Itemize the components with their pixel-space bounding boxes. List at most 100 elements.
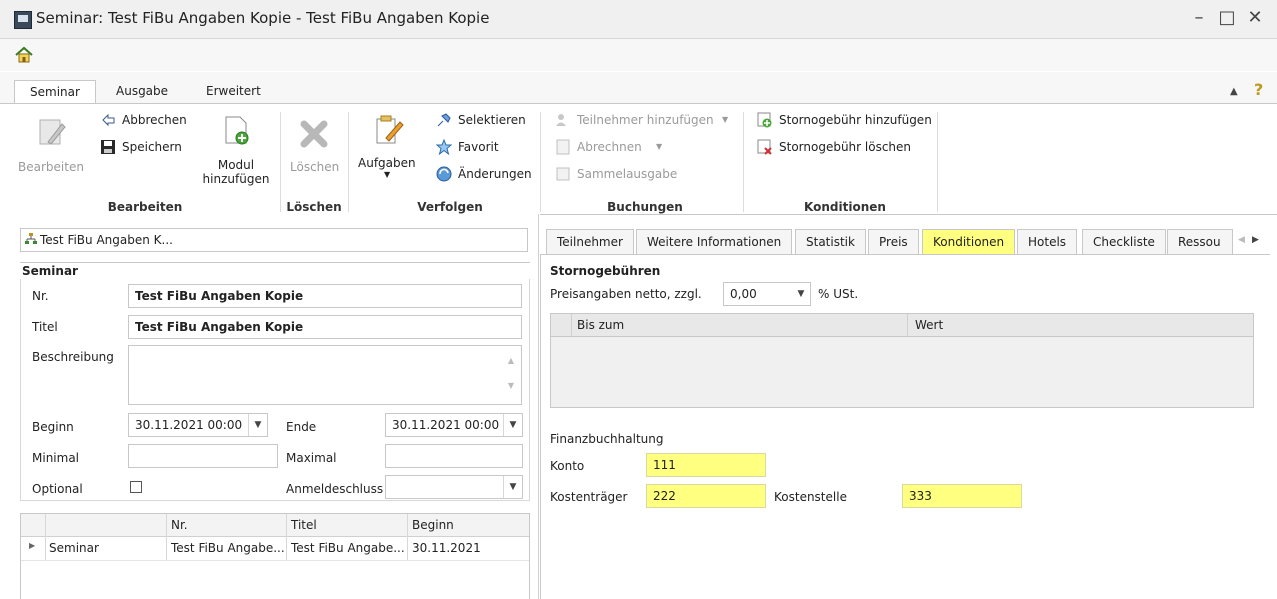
collective-output-button[interactable]: Sammelausgabe: [577, 167, 677, 181]
add-participant-dropdown-arrow[interactable]: ▼: [722, 115, 728, 124]
grid-cell-nr: Test FiBu Angabe...: [171, 541, 285, 555]
group-label-konditionen: Konditionen: [804, 200, 886, 214]
beginn-date-picker[interactable]: 30.11.2021 00:00 ▼: [128, 413, 268, 437]
grid-col-beginn[interactable]: Beginn: [412, 518, 454, 532]
help-button[interactable]: ?: [1254, 80, 1263, 99]
minimize-button[interactable]: –: [1186, 6, 1212, 30]
titel-input[interactable]: Test FiBu Angaben Kopie: [128, 315, 522, 339]
add-participant-button[interactable]: Teilnehmer hinzufügen: [577, 113, 714, 127]
tab-preis[interactable]: Preis: [868, 229, 919, 255]
grid-col-nr[interactable]: Nr.: [171, 518, 188, 532]
tab-checkliste[interactable]: Checkliste: [1082, 229, 1166, 255]
col-wert[interactable]: Wert: [915, 318, 943, 332]
maximal-input[interactable]: [385, 444, 523, 468]
select-pin-icon: [437, 113, 451, 127]
titel-label: Titel: [32, 320, 58, 334]
minimal-label: Minimal: [32, 451, 80, 465]
kostentraeger-label: Kostenträger: [550, 490, 628, 504]
group-label-loeschen: Löschen: [286, 200, 342, 214]
group-separator: [743, 112, 744, 212]
favorite-button[interactable]: Favorit: [458, 140, 499, 154]
tab-konditionen[interactable]: Konditionen: [922, 229, 1016, 255]
section-title-seminar: Seminar: [22, 264, 78, 278]
add-participant-icon: [556, 114, 566, 126]
bill-button[interactable]: Abrechnen: [577, 140, 642, 154]
textarea-scrollbar[interactable]: ▲ ▼: [503, 348, 519, 402]
grid-cell-type: Seminar: [49, 541, 99, 555]
maximize-button[interactable]: □: [1214, 6, 1240, 30]
tab-seminar[interactable]: Seminar: [14, 80, 96, 104]
home-icon[interactable]: [14, 45, 34, 65]
tab-teilnehmer[interactable]: Teilnehmer: [546, 229, 634, 255]
group-separator: [348, 112, 349, 212]
delete-button[interactable]: Löschen: [290, 160, 339, 174]
kostentraeger-input[interactable]: 222: [646, 484, 766, 508]
preis-label: Preisangaben netto, zzgl.: [550, 287, 702, 301]
chevron-down-icon[interactable]: ▼: [503, 414, 522, 436]
navigation-text: Test FiBu Angaben K...: [40, 233, 173, 247]
tab-weitere-informationen[interactable]: Weitere Informationen: [636, 229, 793, 255]
collective-output-icon: [556, 167, 570, 181]
ribbon-collapse-button[interactable]: ▲: [1230, 86, 1238, 97]
chevron-down-icon[interactable]: ▼: [503, 476, 522, 498]
close-button[interactable]: ✕: [1242, 6, 1268, 30]
bill-dropdown-arrow[interactable]: ▼: [656, 142, 662, 151]
splitter[interactable]: [538, 214, 539, 599]
nr-label: Nr.: [32, 289, 49, 303]
group-separator: [937, 112, 938, 212]
beschreibung-textarea[interactable]: ▲ ▼: [128, 345, 522, 405]
edit-button[interactable]: Bearbeiten: [18, 160, 84, 174]
ust-label: % USt.: [818, 287, 859, 301]
fibu-title: Finanzbuchhaltung: [550, 432, 664, 446]
optional-checkbox[interactable]: [130, 481, 142, 493]
konto-input[interactable]: 111: [646, 453, 766, 477]
tab-scroll-left-icon[interactable]: ◀: [1238, 235, 1245, 245]
select-button[interactable]: Selektieren: [458, 113, 526, 127]
changes-button[interactable]: Änderungen: [458, 167, 532, 181]
expand-chevron-icon[interactable]: ▶: [29, 541, 35, 550]
ende-date-picker[interactable]: 30.11.2021 00:00 ▼: [385, 413, 523, 437]
group-separator: [540, 112, 541, 212]
tasks-dropdown-arrow[interactable]: ▼: [384, 170, 390, 179]
tab-scroll-right-icon[interactable]: ▶: [1252, 235, 1259, 245]
tab-ausgabe[interactable]: Ausgabe: [106, 80, 178, 104]
anmeldeschluss-dropdown[interactable]: ▼: [385, 475, 523, 499]
save-icon: [101, 140, 115, 154]
beschreibung-label: Beschreibung: [32, 350, 114, 364]
ust-value: 0,00: [730, 287, 757, 301]
add-fee-icon: [757, 112, 772, 128]
chevron-down-icon[interactable]: ▼: [248, 414, 267, 436]
minimal-input[interactable]: [128, 444, 278, 468]
grid-cell-titel: Test FiBu Angabe...: [291, 541, 405, 555]
tab-statistik[interactable]: Statistik: [795, 229, 866, 255]
storno-title: Stornogebühren: [550, 264, 661, 278]
tab-ressourcen[interactable]: Ressou: [1167, 229, 1233, 255]
ust-dropdown[interactable]: 0,00 ▼: [723, 282, 811, 306]
changes-icon: [436, 166, 452, 182]
quick-access-toolbar: [0, 39, 1277, 71]
anmeldeschluss-label: Anmeldeschluss: [286, 482, 384, 496]
chevron-down-icon[interactable]: ▼: [792, 283, 810, 305]
kostenstelle-input[interactable]: 333: [902, 484, 1022, 508]
beginn-label: Beginn: [32, 420, 74, 434]
add-module-button[interactable]: Modul hinzufügen: [202, 158, 270, 186]
tasks-button[interactable]: Aufgaben: [358, 156, 416, 170]
tab-erweitert[interactable]: Erweitert: [196, 80, 271, 104]
tab-hotels[interactable]: Hotels: [1017, 229, 1078, 255]
delete-fee-button[interactable]: Stornogebühr löschen: [779, 140, 911, 154]
group-label-verfolgen: Verfolgen: [417, 200, 483, 214]
grid-col-titel[interactable]: Titel: [291, 518, 317, 532]
ribbon-tab-row: Seminar Ausgabe Erweitert ▲ ?: [0, 72, 1277, 104]
bill-icon: [556, 139, 570, 155]
konditionen-panel: [540, 254, 1270, 599]
delete-fee-icon: [757, 139, 772, 155]
add-fee-button[interactable]: Stornogebühr hinzufügen: [779, 113, 932, 127]
nr-input[interactable]: Test FiBu Angaben Kopie: [128, 284, 522, 308]
save-button[interactable]: Speichern: [122, 140, 182, 154]
cancel-button[interactable]: Abbrechen: [122, 113, 187, 127]
edit-icon: [39, 119, 66, 145]
grid-cell-beginn: 30.11.2021: [412, 541, 481, 555]
col-bis-zum[interactable]: Bis zum: [577, 318, 624, 332]
divider: [20, 262, 530, 263]
table-row[interactable]: ▶ Seminar Test FiBu Angabe... Test FiBu …: [21, 537, 529, 561]
